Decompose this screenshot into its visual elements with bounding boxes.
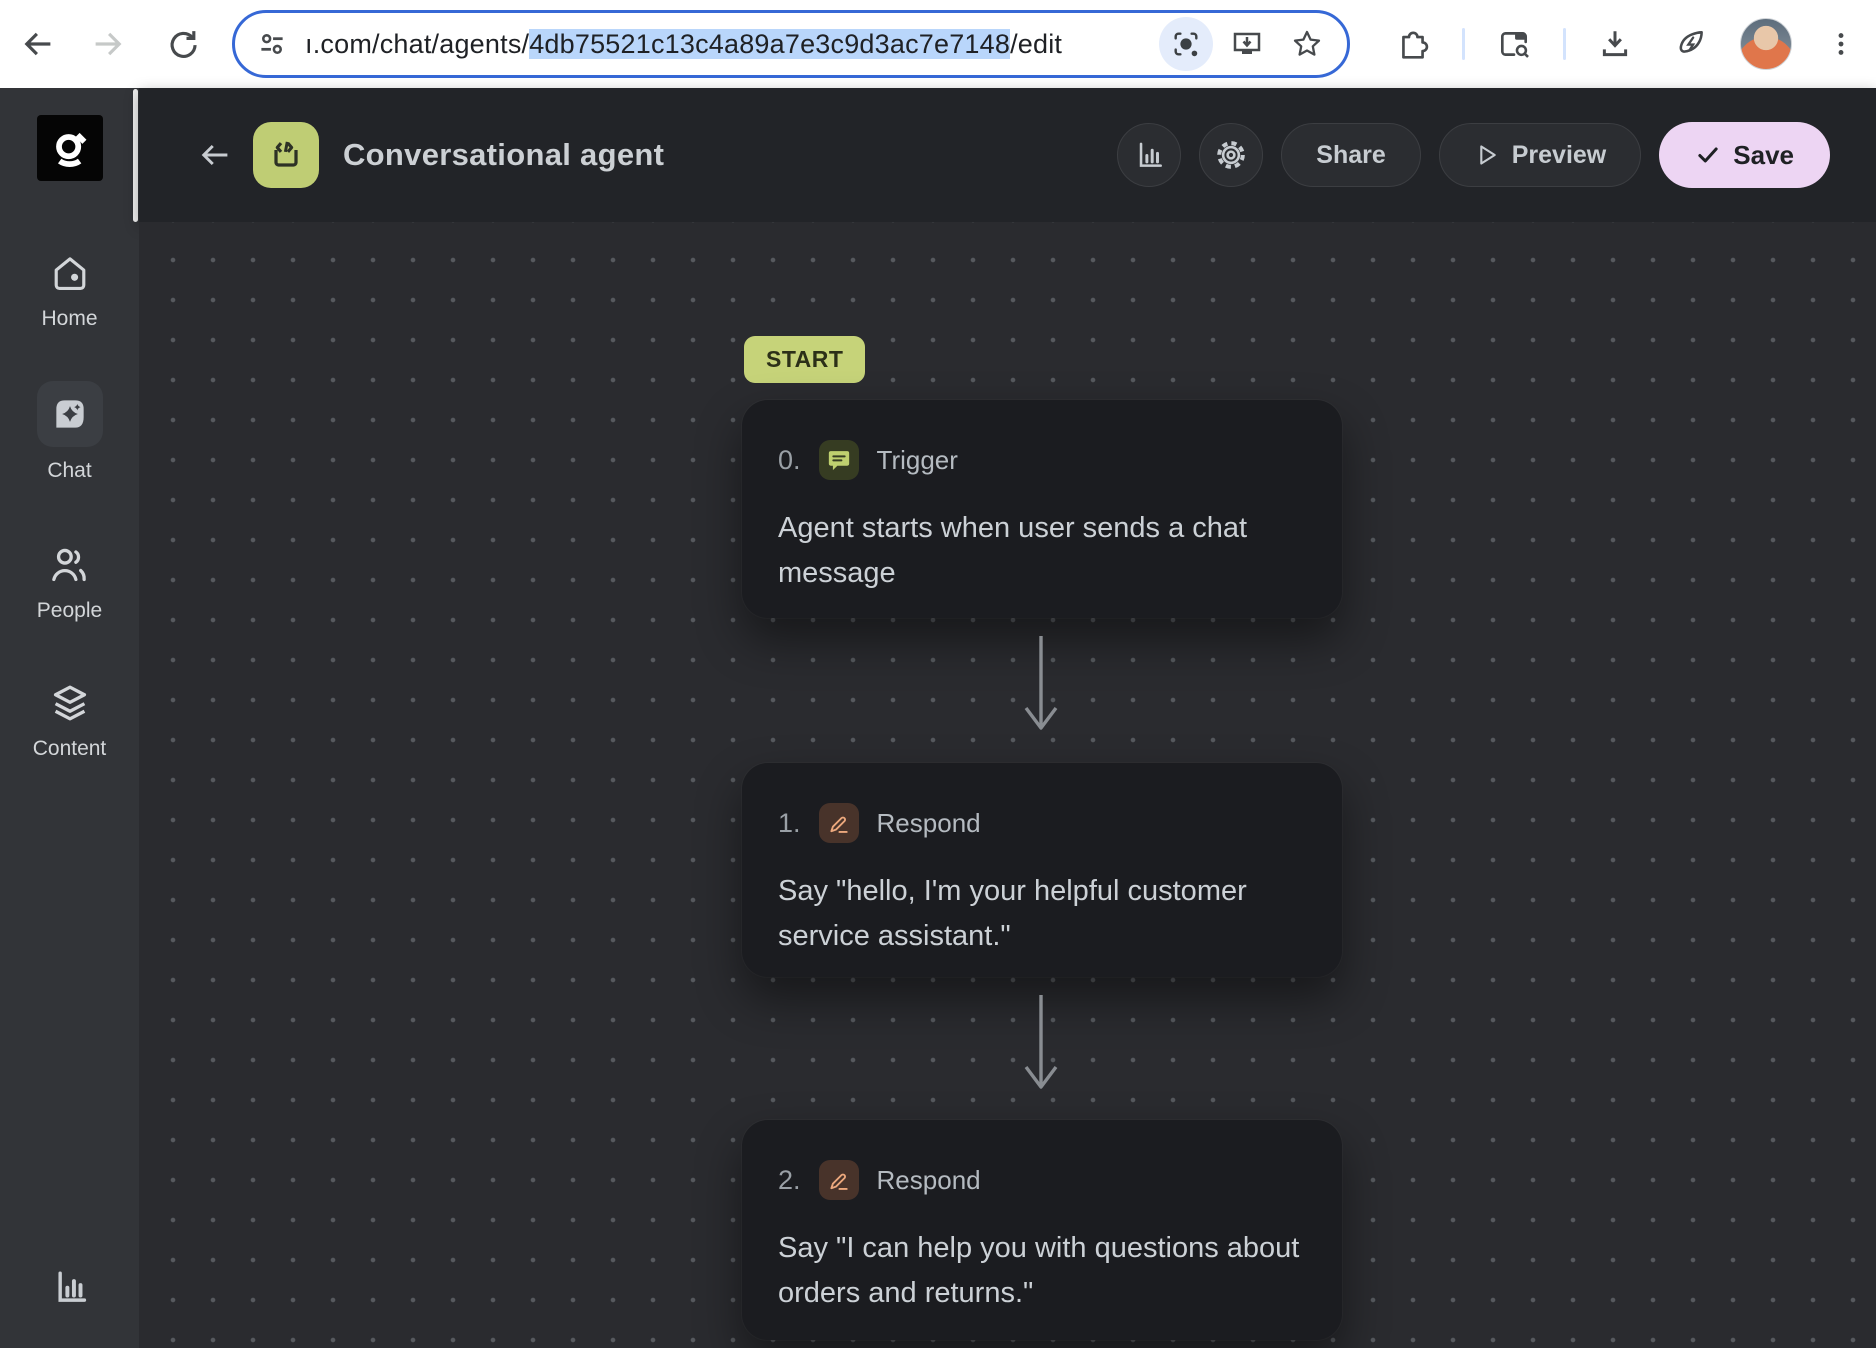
browser-reload-button[interactable] <box>154 16 210 72</box>
browser-toolbar: ı.com/chat/agents/4db75521c13c4a89a7e3c9… <box>0 0 1876 88</box>
node-description: Say "hello, I'm your helpful customer se… <box>778 869 1304 959</box>
layers-icon <box>48 681 92 725</box>
reload-icon <box>164 26 200 62</box>
agent-builder-app: Home Chat People <box>0 88 1876 1348</box>
chat-selected-tile <box>37 381 103 447</box>
analytics-button[interactable] <box>1117 123 1181 187</box>
profile-avatar[interactable] <box>1740 18 1792 70</box>
page-title: Conversational agent <box>343 137 664 173</box>
agent-icon-tile <box>253 122 319 188</box>
save-label: Save <box>1733 140 1794 171</box>
node-type-label: Respond <box>877 1165 981 1196</box>
node-type-label: Respond <box>877 808 981 839</box>
site-settings-icon[interactable] <box>255 27 289 61</box>
downloads-button[interactable] <box>1588 17 1642 71</box>
node-type-label: Trigger <box>877 445 958 476</box>
sidebar-item-content[interactable]: Content <box>33 681 107 761</box>
node-description: Say "I can help you with questions about… <box>778 1226 1304 1316</box>
chat-message-icon <box>826 447 852 473</box>
pen-icon <box>826 810 852 836</box>
workflow-canvas[interactable]: START 0. Trigger Agent starts when user … <box>139 222 1876 1348</box>
pen-icon <box>826 1167 852 1193</box>
browser-menu-button[interactable] <box>1814 17 1868 71</box>
sidebar-item-home[interactable]: Home <box>41 253 97 331</box>
node-index: 1. <box>778 808 801 839</box>
node-description: Agent starts when user sends a chat mess… <box>778 506 1304 596</box>
save-button[interactable]: Save <box>1659 122 1830 188</box>
g-logo-icon <box>48 126 92 170</box>
app-logo[interactable] <box>37 115 103 181</box>
side-search-button[interactable] <box>1487 17 1541 71</box>
bar-chart-icon <box>49 1266 91 1308</box>
node-trigger[interactable]: 0. Trigger Agent starts when user sends … <box>742 400 1342 618</box>
flow-arrow-icon <box>1023 993 1059 1095</box>
url-bar[interactable]: ı.com/chat/agents/4db75521c13c4a89a7e3c9… <box>232 10 1350 78</box>
trigger-icon-tile <box>819 440 859 480</box>
gear-icon <box>1213 137 1249 173</box>
install-desktop-icon <box>1231 28 1263 60</box>
puzzle-icon <box>1396 27 1430 61</box>
flow-arrow-icon <box>1023 634 1059 736</box>
energy-saver-leaf-icon <box>1674 27 1708 61</box>
settings-button[interactable] <box>1199 123 1263 187</box>
home-icon <box>49 253 91 295</box>
kebab-menu-icon <box>1826 29 1856 59</box>
sidebar-item-people[interactable]: People <box>37 543 102 623</box>
chat-sparkle-icon <box>49 393 91 435</box>
sidebar-item-chat[interactable]: Chat <box>37 381 103 483</box>
sidebar-label-people: People <box>37 599 102 623</box>
people-icon <box>47 543 91 587</box>
node-index: 2. <box>778 1165 801 1196</box>
sidebar-scrollbar[interactable] <box>133 89 138 222</box>
back-arrow-icon <box>20 26 56 62</box>
check-icon <box>1695 142 1721 168</box>
star-icon <box>1291 28 1323 60</box>
sidebar-label-home: Home <box>41 307 97 331</box>
search-panel-icon <box>1497 27 1531 61</box>
bar-chart-icon <box>1132 138 1166 172</box>
lens-icon <box>1171 29 1201 59</box>
agent-header: Conversational agent Share <box>139 88 1876 222</box>
respond-icon-tile <box>819 803 859 843</box>
node-index: 0. <box>778 445 801 476</box>
url-text[interactable]: ı.com/chat/agents/4db75521c13c4a89a7e3c9… <box>305 29 1151 60</box>
forward-arrow-icon <box>90 26 126 62</box>
download-icon <box>1598 27 1632 61</box>
respond-icon-tile <box>819 1160 859 1200</box>
code-agent-icon <box>266 135 306 175</box>
node-respond-1[interactable]: 1. Respond Say "hello, I'm your helpful … <box>742 763 1342 977</box>
back-arrow-icon <box>197 137 233 173</box>
install-app-button[interactable] <box>1221 18 1273 70</box>
url-suffix: /edit <box>1010 29 1062 59</box>
toolbar-divider <box>1563 28 1566 60</box>
browser-back-button[interactable] <box>10 16 66 72</box>
browser-forward-button[interactable] <box>80 16 136 72</box>
header-back-button[interactable] <box>191 131 239 179</box>
sidebar-label-chat: Chat <box>47 459 91 483</box>
share-label: Share <box>1316 141 1385 170</box>
extensions-button[interactable] <box>1386 17 1440 71</box>
preview-label: Preview <box>1512 141 1607 170</box>
preview-button[interactable]: Preview <box>1439 123 1642 187</box>
start-badge: START <box>744 336 865 383</box>
node-respond-2[interactable]: 2. Respond Say "I can help you with ques… <box>742 1120 1342 1340</box>
url-selected-text: 4db75521c13c4a89a7e3c9d3ac7e7148 <box>529 29 1010 59</box>
toolbar-divider <box>1462 28 1465 60</box>
bookmark-button[interactable] <box>1281 18 1333 70</box>
share-button[interactable]: Share <box>1281 123 1420 187</box>
sidebar-analytics-button[interactable] <box>0 1266 139 1308</box>
performance-button[interactable] <box>1664 17 1718 71</box>
play-icon <box>1474 142 1500 168</box>
sidebar-label-content: Content <box>33 737 107 761</box>
url-prefix: ı.com/chat/agents/ <box>305 29 529 59</box>
google-lens-button[interactable] <box>1159 17 1213 71</box>
app-sidebar: Home Chat People <box>0 88 139 1348</box>
